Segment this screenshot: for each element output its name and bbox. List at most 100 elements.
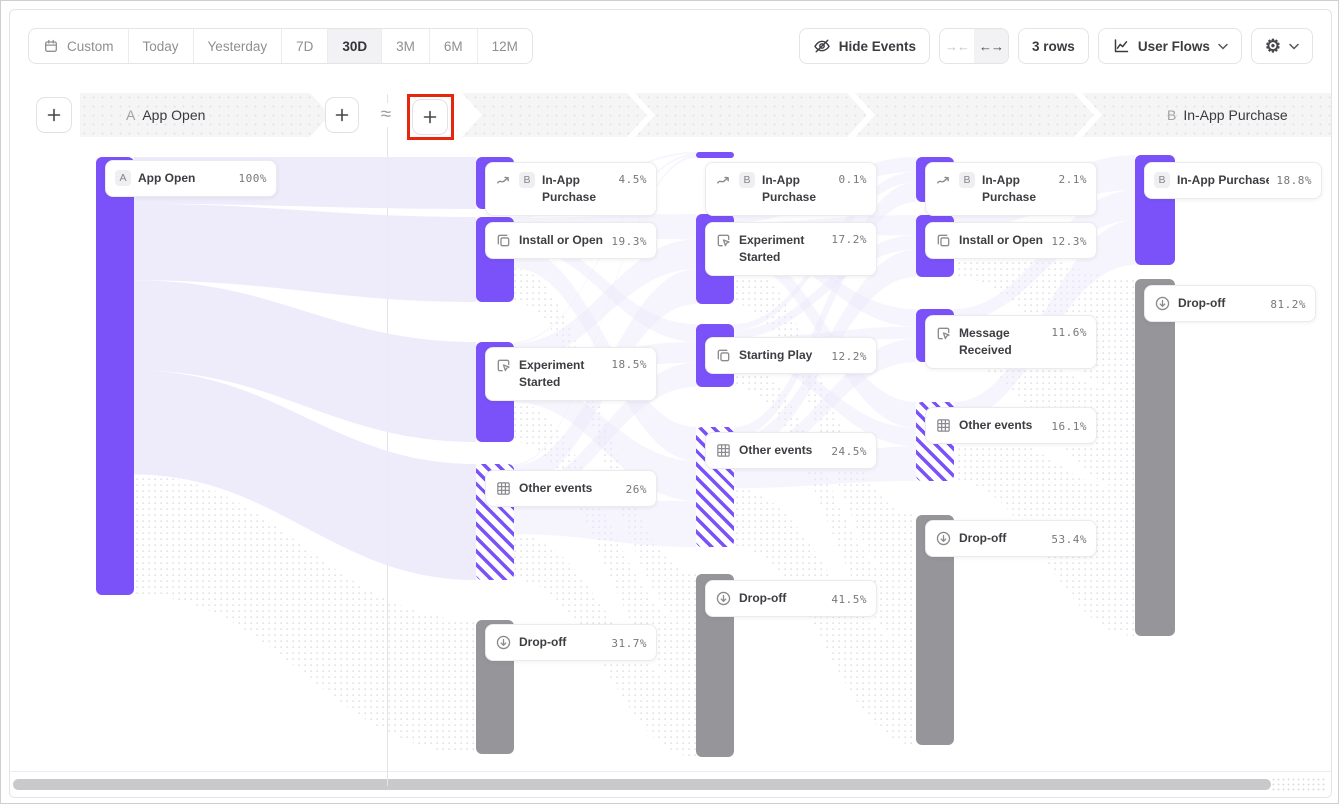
flow-node-card[interactable]: BIn-App Purchase0.1% xyxy=(705,162,877,216)
node-label: Other events xyxy=(739,442,824,459)
date-range-label: 3M xyxy=(396,39,415,54)
flow-arrow-icon xyxy=(935,172,952,189)
date-range-30d[interactable]: 30D xyxy=(327,29,381,63)
flow-node-card[interactable]: Install or Open19.3% xyxy=(485,222,657,259)
drop-off-icon xyxy=(1154,295,1171,312)
node-percentage: 17.2% xyxy=(831,232,867,246)
node-percentage: 41.5% xyxy=(831,592,867,606)
drop-off-icon xyxy=(715,590,732,607)
drop-off-icon xyxy=(495,634,512,651)
event-letter-badge: A xyxy=(115,170,131,186)
header-step-a[interactable]: A App Open xyxy=(80,93,330,137)
rows-button[interactable]: 3 rows xyxy=(1018,28,1089,64)
step-letter: B xyxy=(1167,107,1176,123)
node-percentage: 16.1% xyxy=(1051,419,1087,433)
grid-icon xyxy=(935,417,952,434)
date-range-today[interactable]: Today xyxy=(128,29,193,63)
node-label: Starting Play xyxy=(739,347,824,364)
date-range-label: 7D xyxy=(296,39,313,54)
node-percentage: 26% xyxy=(626,482,647,496)
copy-icon xyxy=(495,232,512,249)
node-percentage: 81.2% xyxy=(1270,297,1306,311)
node-label: In-App Purchase xyxy=(542,172,612,206)
node-label: Install or Open xyxy=(959,232,1044,249)
header-step-b[interactable]: B In-App Purchase xyxy=(1082,93,1332,137)
flow-node-card[interactable]: Experiment Started17.2% xyxy=(705,222,877,276)
flow-node-card[interactable]: Other events26% xyxy=(485,470,657,507)
collapse-columns-button[interactable]: →← xyxy=(940,29,974,63)
flow-node-card[interactable]: Other events16.1% xyxy=(925,407,1097,444)
node-percentage: 100% xyxy=(239,171,268,185)
node-percentage: 19.3% xyxy=(611,234,647,248)
flow-ribbon xyxy=(514,501,696,547)
user-flows-report-panel: Custom Today Yesterday 7D 30D 3M 6M 12M … xyxy=(9,9,1332,798)
node-percentage: 31.7% xyxy=(611,636,647,650)
flow-node-card[interactable]: Starting Play 12.2% xyxy=(705,337,877,374)
flow-node-card[interactable]: B In-App Purchase 4.5% xyxy=(485,162,657,216)
node-percentage: 12.3% xyxy=(1051,234,1087,248)
hide-events-button[interactable]: Hide Events xyxy=(799,28,930,64)
node-percentage: 2.1% xyxy=(1059,172,1088,186)
flow-node-card[interactable]: BIn-App Purchase18.8% xyxy=(1144,162,1322,199)
flow-node-card[interactable]: Message Received11.6% xyxy=(925,315,1097,369)
plus-icon xyxy=(421,108,439,126)
calendar-icon xyxy=(43,38,59,54)
flow-node-bar[interactable] xyxy=(1135,279,1175,636)
event-letter-badge: B xyxy=(959,172,975,188)
scrollbar-thumb[interactable] xyxy=(13,779,1271,790)
date-range-yesterday[interactable]: Yesterday xyxy=(193,29,282,63)
click-icon xyxy=(935,325,952,342)
header-step-2 xyxy=(462,93,647,137)
flow-node-card[interactable]: Drop-off53.4% xyxy=(925,520,1097,557)
report-toolbar: Custom Today Yesterday 7D 30D 3M 6M 12M … xyxy=(28,28,1313,64)
collapse-expand-toggle: →← ←→ xyxy=(939,28,1009,64)
hide-events-label: Hide Events xyxy=(839,39,916,54)
node-label: Drop-off xyxy=(1178,295,1263,312)
click-icon xyxy=(715,232,732,249)
flow-node-card[interactable]: Drop-off41.5% xyxy=(705,580,877,617)
node-percentage: 4.5% xyxy=(619,172,648,186)
date-range-label: 30D xyxy=(342,39,367,54)
node-percentage: 12.2% xyxy=(831,349,867,363)
collapse-icon: →← xyxy=(945,39,969,54)
toolbar-right-group: Hide Events →← ←→ 3 rows User Flows ⚙ xyxy=(799,28,1313,64)
header-step-3 xyxy=(635,93,867,137)
date-range-6m[interactable]: 6M xyxy=(429,29,477,63)
expand-columns-button[interactable]: ←→ xyxy=(974,29,1008,63)
flow-node-card[interactable]: Drop-off 81.2% xyxy=(1144,285,1316,322)
horizontal-scrollbar[interactable] xyxy=(10,771,1331,797)
app-window: Custom Today Yesterday 7D 30D 3M 6M 12M … xyxy=(0,0,1339,804)
date-range-7d[interactable]: 7D xyxy=(281,29,327,63)
flow-node-card[interactable]: Experiment Started18.5% xyxy=(485,347,657,401)
plus-icon xyxy=(333,106,351,124)
date-range-3m[interactable]: 3M xyxy=(381,29,429,63)
add-step-middle-button[interactable] xyxy=(412,99,448,135)
flow-arrow-icon xyxy=(715,172,732,189)
add-step-start-button[interactable] xyxy=(36,97,72,133)
view-selector-dropdown[interactable]: User Flows xyxy=(1098,28,1242,64)
node-label: App Open xyxy=(138,170,232,187)
flow-node-card[interactable]: Drop-off31.7% xyxy=(485,624,657,661)
flow-node-bar[interactable] xyxy=(696,152,734,158)
click-icon xyxy=(495,357,512,374)
flow-node-card[interactable]: A App Open 100% xyxy=(105,160,277,197)
grid-icon xyxy=(495,480,512,497)
date-range-label: Today xyxy=(143,39,179,54)
date-range-selector: Custom Today Yesterday 7D 30D 3M 6M 12M xyxy=(28,28,533,64)
node-label: Message Received xyxy=(959,325,1044,359)
node-percentage: 18.8% xyxy=(1276,173,1312,187)
date-range-custom[interactable]: Custom xyxy=(29,29,128,63)
date-range-12m[interactable]: 12M xyxy=(477,29,532,63)
event-letter-badge: B xyxy=(519,172,535,188)
flow-node-card[interactable]: B In-App Purchase 2.1% xyxy=(925,162,1097,216)
add-step-after-a-button[interactable] xyxy=(325,97,359,133)
chevron-down-icon xyxy=(1218,43,1228,50)
step-label: App Open xyxy=(142,107,205,123)
node-label: In-App Purchase xyxy=(1177,172,1269,189)
flow-node-bar[interactable] xyxy=(96,157,134,595)
settings-dropdown[interactable]: ⚙ xyxy=(1251,28,1313,64)
step-label: In-App Purchase xyxy=(1183,107,1287,123)
flow-node-card[interactable]: Other events24.5% xyxy=(705,432,877,469)
flow-node-card[interactable]: Install or Open 12.3% xyxy=(925,222,1097,259)
node-label: In-App Purchase xyxy=(982,172,1052,206)
